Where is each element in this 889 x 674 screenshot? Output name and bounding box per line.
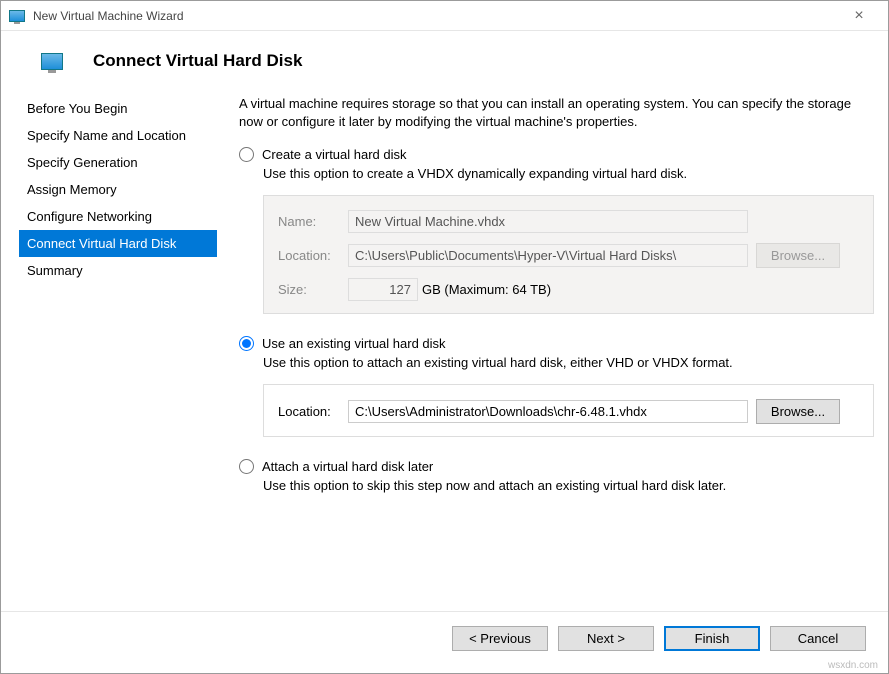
existing-panel: Location: Browse... [263,384,874,437]
cancel-button[interactable]: Cancel [770,626,866,651]
create-size-unit: GB (Maximum: 64 TB) [422,282,551,297]
previous-button[interactable]: < Previous [452,626,548,651]
radio-create-label: Create a virtual hard disk [262,147,407,162]
radio-create[interactable] [239,147,254,162]
intro-text: A virtual machine requires storage so th… [239,95,874,131]
radio-existing[interactable] [239,336,254,351]
step-before-you-begin[interactable]: Before You Begin [19,95,217,122]
step-specify-name-location[interactable]: Specify Name and Location [19,122,217,149]
watermark: wsxdn.com [828,660,878,671]
create-size-label: Size: [278,282,348,297]
create-name-input [348,210,748,233]
create-location-label: Location: [278,248,348,263]
step-assign-memory[interactable]: Assign Memory [19,176,217,203]
step-specify-generation[interactable]: Specify Generation [19,149,217,176]
finish-button[interactable]: Finish [664,626,760,651]
create-location-input [348,244,748,267]
create-desc: Use this option to create a VHDX dynamic… [263,166,874,183]
step-connect-virtual-hard-disk[interactable]: Connect Virtual Hard Disk [19,230,217,257]
titlebar: New Virtual Machine Wizard × [1,1,888,31]
existing-browse-button[interactable]: Browse... [756,399,840,424]
wizard-window: New Virtual Machine Wizard × Connect Vir… [0,0,889,674]
step-summary[interactable]: Summary [19,257,217,284]
existing-location-label: Location: [278,404,348,419]
create-name-label: Name: [278,214,348,229]
radio-later[interactable] [239,459,254,474]
wizard-content: A virtual machine requires storage so th… [217,95,878,565]
step-configure-networking[interactable]: Configure Networking [19,203,217,230]
create-panel: Name: Location: Browse... Size: GB (Maxi… [263,195,874,314]
app-icon [9,10,25,22]
existing-desc: Use this option to attach an existing vi… [263,355,874,372]
footer: < Previous Next > Finish Cancel [1,611,888,673]
existing-location-input[interactable] [348,400,748,423]
header: Connect Virtual Hard Disk [1,31,888,95]
radio-existing-label: Use an existing virtual hard disk [262,336,446,351]
page-heading: Connect Virtual Hard Disk [93,51,302,71]
next-button[interactable]: Next > [558,626,654,651]
later-desc: Use this option to skip this step now an… [263,478,874,495]
create-browse-button: Browse... [756,243,840,268]
wizard-sidebar: Before You Begin Specify Name and Locati… [19,95,217,565]
header-icon [41,53,63,70]
close-button[interactable]: × [838,2,880,30]
window-title: New Virtual Machine Wizard [33,9,838,23]
radio-later-label: Attach a virtual hard disk later [262,459,433,474]
create-size-input [348,278,418,301]
